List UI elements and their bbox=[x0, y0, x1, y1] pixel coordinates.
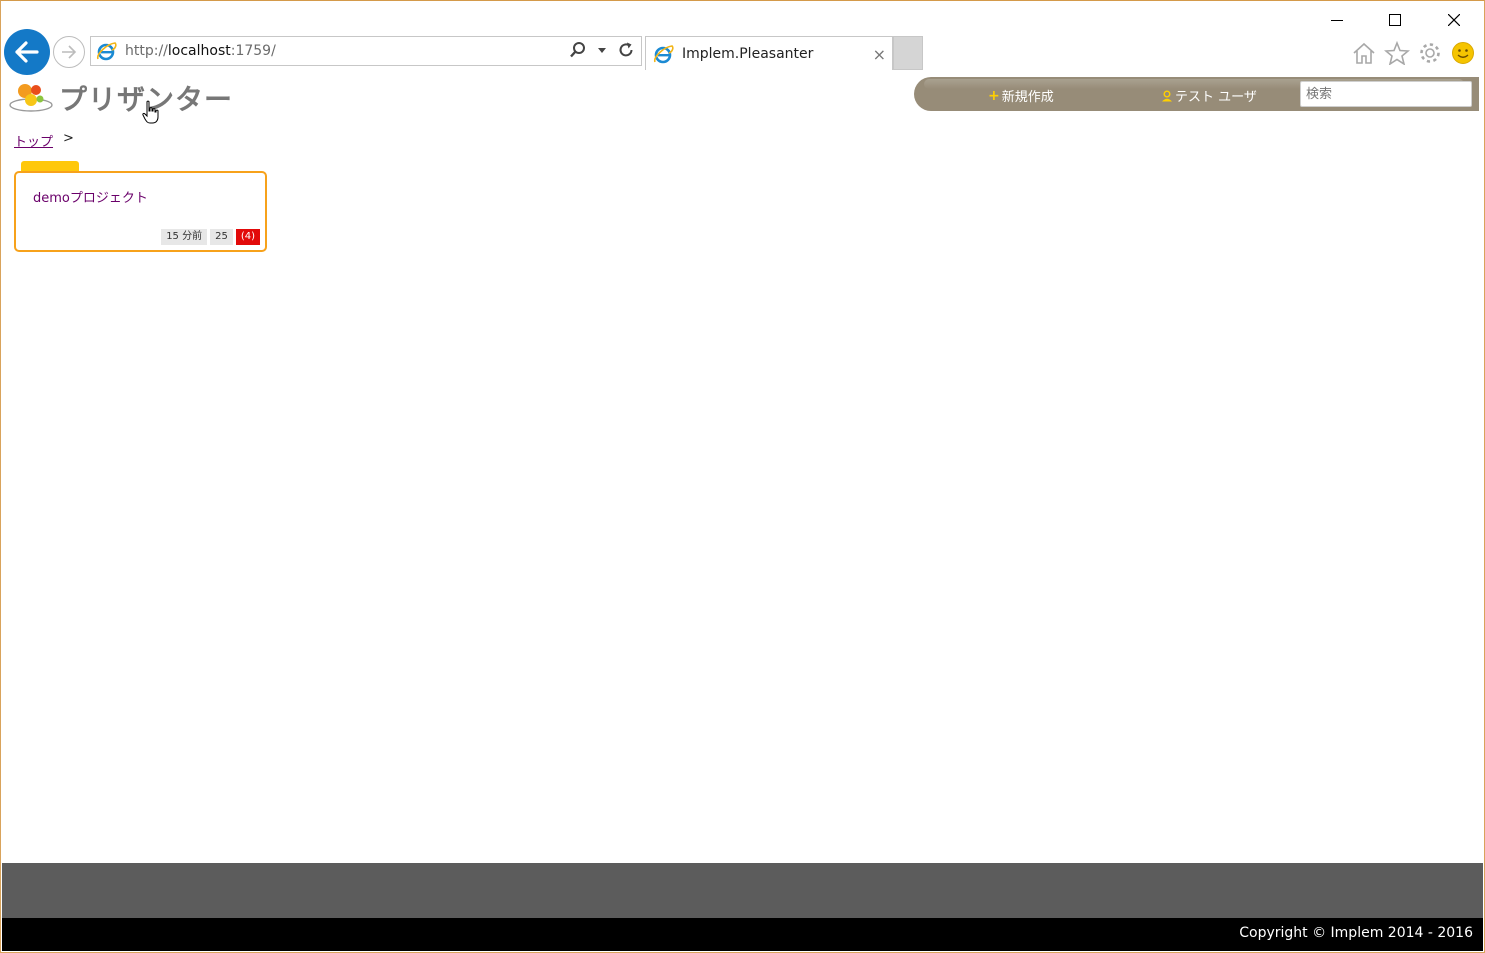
settings-button[interactable] bbox=[1416, 39, 1444, 67]
ie-icon bbox=[97, 42, 117, 61]
tab-implem-pleasanter[interactable]: Implem.Pleasanter × bbox=[645, 36, 893, 70]
folder-name[interactable]: demoプロジェクト bbox=[33, 187, 148, 206]
hand-cursor-icon bbox=[142, 100, 159, 124]
url-scheme: http:// bbox=[125, 43, 168, 59]
close-icon bbox=[1448, 14, 1460, 26]
copyright-text: Copyright © Implem 2014 - 2016 bbox=[1239, 925, 1473, 941]
plus-icon: + bbox=[988, 87, 1000, 104]
settings-gear-icon bbox=[1420, 43, 1440, 63]
new-tab-button[interactable] bbox=[893, 36, 923, 70]
user-name-label: テスト ユーザ bbox=[1175, 90, 1257, 105]
url-host: localhost bbox=[167, 43, 231, 59]
user-menu-button[interactable]: テスト ユーザ bbox=[1161, 86, 1257, 105]
search-input[interactable] bbox=[1300, 81, 1472, 107]
minimize-icon bbox=[1331, 20, 1343, 21]
breadcrumb-top-link[interactable]: トップ bbox=[14, 131, 53, 150]
item-count-badge: 25 bbox=[210, 229, 233, 245]
search-icon[interactable] bbox=[569, 41, 587, 59]
new-item-label: 新規作成 bbox=[1001, 90, 1054, 105]
favorites-star-icon bbox=[1384, 41, 1410, 65]
new-item-button[interactable]: + 新規作成 bbox=[988, 86, 1054, 106]
tab-title: Implem.Pleasanter bbox=[682, 45, 814, 62]
site-folder-card[interactable]: demoプロジェクト 15 分前 25 (4) bbox=[14, 171, 267, 252]
favorites-button[interactable] bbox=[1383, 39, 1411, 67]
footer: Copyright © Implem 2014 - 2016 bbox=[2, 918, 1483, 951]
updated-time-badge: 15 分前 bbox=[161, 229, 208, 245]
home-icon bbox=[1353, 42, 1375, 64]
tab-close-button[interactable]: × bbox=[873, 45, 886, 64]
site-logo[interactable]: プリザンター bbox=[9, 78, 233, 118]
browser-window bbox=[0, 0, 1485, 953]
top-navigation-bar: + 新規作成 テスト ユーザ bbox=[914, 77, 1479, 111]
ie-icon bbox=[654, 44, 674, 63]
pleasanter-logo-icon bbox=[9, 84, 53, 112]
folder-badges: 15 分前 25 (4) bbox=[161, 229, 260, 245]
url-text: http://localhost:1759/ bbox=[125, 43, 276, 59]
forward-button[interactable] bbox=[53, 36, 85, 68]
refresh-icon[interactable] bbox=[617, 41, 635, 59]
close-window-button[interactable] bbox=[1434, 6, 1474, 34]
url-port: :1759/ bbox=[230, 43, 276, 59]
feedback-button[interactable] bbox=[1449, 39, 1477, 67]
maximize-button[interactable] bbox=[1375, 6, 1415, 34]
footer-band bbox=[2, 863, 1483, 918]
breadcrumb: トップ > bbox=[14, 131, 74, 150]
address-bar[interactable]: http://localhost:1759/ bbox=[90, 36, 642, 66]
overdue-count-badge: (4) bbox=[235, 229, 260, 245]
user-icon bbox=[1162, 90, 1172, 101]
home-button[interactable] bbox=[1350, 39, 1378, 67]
breadcrumb-separator: > bbox=[63, 131, 74, 146]
back-button[interactable] bbox=[4, 29, 50, 75]
back-icon bbox=[15, 41, 39, 63]
dropdown-icon[interactable] bbox=[597, 46, 607, 54]
maximize-icon bbox=[1389, 14, 1401, 26]
smiley-feedback-icon bbox=[1452, 42, 1474, 64]
minimize-button[interactable] bbox=[1317, 6, 1357, 34]
forward-icon bbox=[62, 45, 77, 59]
